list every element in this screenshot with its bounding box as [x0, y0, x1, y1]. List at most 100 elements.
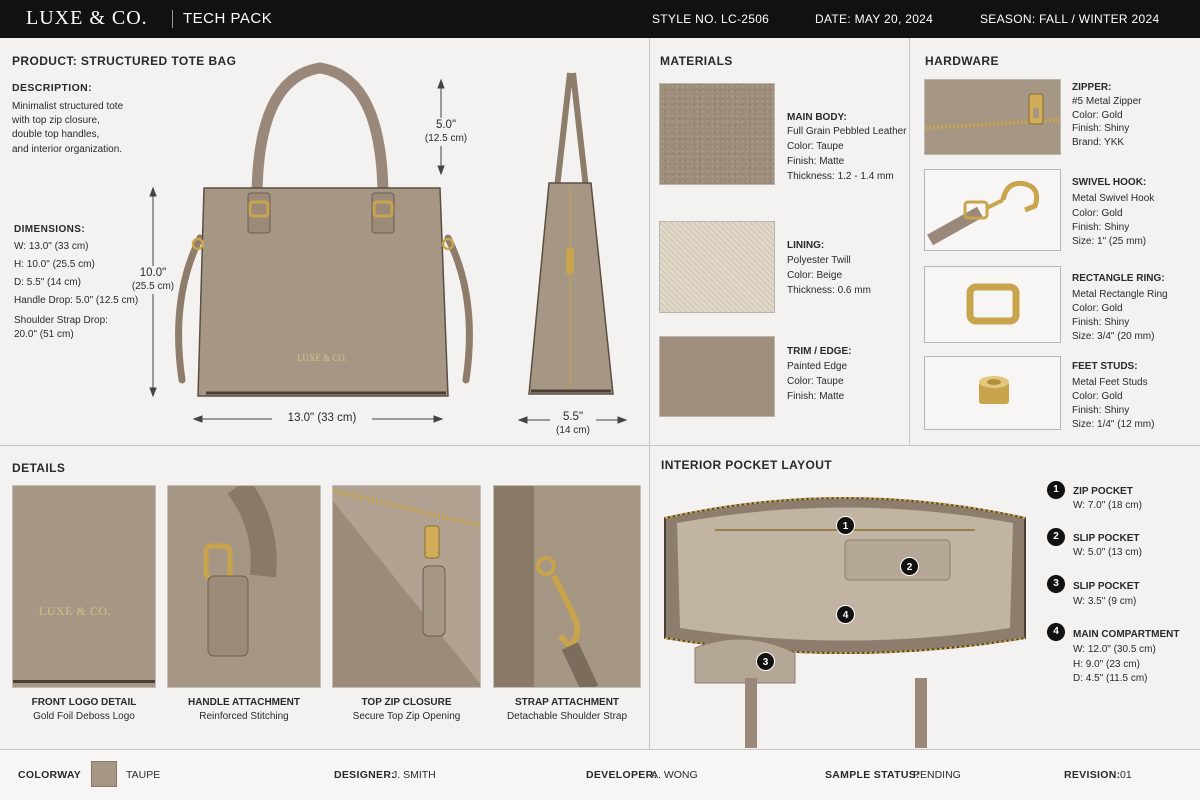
material-spec: Polyester Twill	[787, 255, 851, 266]
rectangle-ring-icon	[966, 283, 1020, 325]
material-spec: Color: Taupe	[787, 376, 844, 387]
material-spec: Thickness: 1.2 - 1.4 mm	[787, 171, 894, 182]
row-divider	[0, 445, 1200, 446]
date: DATE: MAY 20, 2024	[815, 12, 934, 26]
height-in: 10.0"	[139, 267, 167, 279]
hardware-spec: Finish: Shiny	[1072, 222, 1130, 233]
header-divider	[172, 10, 173, 28]
handle-attachment-icon	[203, 486, 277, 657]
developer-value: A. WONG	[651, 769, 698, 781]
detail-title: STRAP ATTACHMENT	[514, 697, 620, 708]
pocket-name: SLIP POCKET	[1073, 581, 1140, 592]
feet-stud-icon	[979, 376, 1009, 404]
detail-subtitle: Gold Foil Deboss Logo	[33, 711, 135, 722]
colorway-label: COLORWAY	[18, 769, 82, 781]
depth-cm: (14 cm)	[556, 425, 590, 436]
detail-caption-handle: HANDLE ATTACHMENT Reinforced Stitching	[167, 697, 321, 722]
material-name: TRIM / EDGE:	[787, 346, 852, 357]
dimension-arrows	[149, 78, 628, 424]
hardware-spec: Color: Gold	[1072, 208, 1123, 219]
hardware-name: SWIVEL HOOK:	[1072, 177, 1147, 188]
detail-zip-image	[332, 485, 481, 688]
detail-title: HANDLE ATTACHMENT	[187, 697, 301, 708]
lining-swatch	[659, 221, 775, 313]
pocket-spec: H: 9.0" (23 cm)	[1073, 659, 1140, 670]
pocket-spec: W: 3.5" (9 cm)	[1073, 596, 1137, 607]
column-divider	[649, 38, 650, 749]
interior-title: INTERIOR POCKET LAYOUT	[661, 458, 833, 472]
detail-handle-image	[167, 485, 321, 688]
hardware-spec: Color: Gold	[1072, 391, 1123, 402]
hardware-spec: Finish: Shiny	[1072, 317, 1130, 328]
detail-subtitle: Secure Top Zip Opening	[352, 711, 461, 722]
handle-in: 5.0"	[435, 119, 457, 131]
pocket-spec: W: 7.0" (18 cm)	[1073, 500, 1142, 511]
material-spec: Painted Edge	[787, 361, 848, 372]
footer-bar: COLORWAY TAUPE DESIGNER: J. SMITH DEVELO…	[0, 749, 1200, 800]
sample-status-label: SAMPLE STATUS:	[825, 769, 920, 781]
hardware-spec: Metal Feet Studs	[1072, 377, 1148, 388]
pocket-marker-2: 2	[900, 557, 919, 576]
sample-status-value: PENDING	[913, 769, 961, 781]
swivel-hook-icon	[927, 180, 1040, 246]
details-title: DETAILS	[12, 461, 66, 475]
detail-subtitle: Reinforced Stitching	[199, 711, 289, 722]
material-spec: Color: Taupe	[787, 141, 844, 152]
detail-front-logo-image: LUXE & CO.	[12, 485, 156, 688]
pocket-spec: W: 12.0" (30.5 cm)	[1073, 644, 1156, 655]
handle-cm: (12.5 cm)	[424, 133, 468, 144]
hardware-spec: #5 Metal Zipper	[1072, 96, 1142, 107]
height-label: 10.0" (25.5 cm)	[128, 266, 178, 294]
detail-strap-image	[493, 485, 641, 688]
detail-caption-zip: TOP ZIP CLOSURE Secure Top Zip Opening	[332, 697, 481, 722]
detail-caption-front-logo: FRONT LOGO DETAIL Gold Foil Deboss Logo	[12, 697, 156, 722]
strap-attachment-icon	[494, 486, 599, 687]
rectangle-ring-image	[924, 266, 1061, 343]
hardware-spec: Metal Rectangle Ring	[1072, 289, 1168, 300]
height-cm: (25.5 cm)	[131, 281, 175, 292]
zipper-icon	[925, 80, 1060, 154]
revision-label: REVISION:	[1064, 769, 1121, 781]
detail-title: FRONT LOGO DETAIL	[31, 697, 137, 708]
revision-value: 01	[1120, 769, 1132, 781]
pocket-marker-3: 3	[756, 652, 775, 671]
handle-drop-label: 5.0" (12.5 cm)	[420, 118, 472, 146]
style-number: STYLE NO. LC-2506	[652, 12, 770, 26]
material-spec: Finish: Matte	[787, 391, 845, 402]
pocket-spec: W: 5.0" (13 cm)	[1073, 547, 1142, 558]
designer-value: J. SMITH	[392, 769, 436, 781]
zipper-image	[924, 79, 1061, 155]
hardware-name: RECTANGLE RING:	[1072, 273, 1165, 284]
colorway-swatch	[91, 761, 117, 787]
swivel-hook-image	[924, 169, 1061, 251]
hardware-spec: Finish: Shiny	[1072, 405, 1130, 416]
hardware-name: FEET STUDS:	[1072, 361, 1138, 372]
main-body-swatch	[659, 83, 775, 185]
trim-swatch	[659, 336, 775, 417]
material-spec: Thickness: 0.6 mm	[787, 285, 871, 296]
material-spec: Full Grain Pebbled Leather	[787, 126, 907, 137]
hardware-name: ZIPPER:	[1072, 82, 1112, 93]
hardware-spec: Color: Gold	[1072, 303, 1123, 314]
header-bar: LUXE & CO. TECH PACK STYLE NO. LC-2506 D…	[0, 0, 1200, 38]
brand-name: LUXE & CO.	[26, 7, 148, 29]
hardware-spec: Size: 1/4" (12 mm)	[1072, 419, 1155, 430]
detail-caption-strap: STRAP ATTACHMENT Detachable Shoulder Str…	[493, 697, 641, 722]
feet-studs-image	[924, 356, 1061, 430]
pocket-name: MAIN COMPARTMENT	[1073, 629, 1180, 640]
hardware-title: HARDWARE	[925, 54, 999, 68]
developer-label: DEVELOPER:	[586, 769, 658, 781]
hardware-spec: Size: 1" (25 mm)	[1072, 236, 1147, 247]
pocket-marker-1: 1	[836, 516, 855, 535]
hardware-spec: Size: 3/4" (20 mm)	[1072, 331, 1155, 342]
pocket-name: ZIP POCKET	[1073, 486, 1133, 497]
zip-closure-icon	[333, 489, 480, 687]
hardware-spec: Metal Swivel Hook	[1072, 193, 1155, 204]
detail-subtitle: Detachable Shoulder Strap	[506, 711, 628, 722]
depth-in: 5.5"	[562, 411, 584, 423]
document-type: TECH PACK	[183, 10, 273, 27]
pocket-marker-4: 4	[836, 605, 855, 624]
designer-label: DESIGNER:	[334, 769, 396, 781]
pocket-spec: D: 4.5" (11.5 cm)	[1073, 673, 1148, 684]
materials-title: MATERIALS	[660, 54, 733, 68]
